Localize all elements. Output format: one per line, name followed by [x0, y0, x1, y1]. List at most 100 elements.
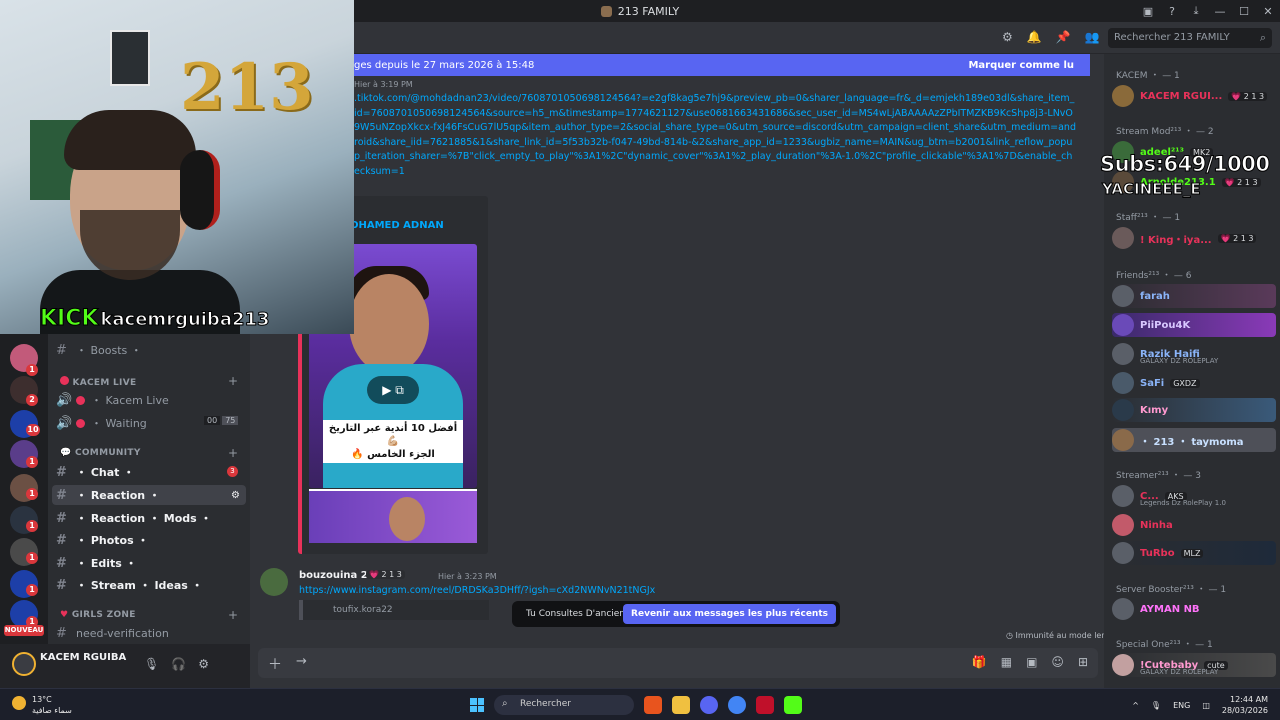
member-item[interactable]: AYMAN NB	[1112, 597, 1276, 621]
instagram-link[interactable]: https://www.instagram.com/reel/DRDSKa3DH…	[299, 585, 655, 596]
header-toolbar: ⚙ 🔔 📌 👥	[1002, 30, 1100, 44]
gear-icon[interactable]: ⚙	[198, 657, 209, 671]
hash-icon: #	[56, 487, 67, 503]
video-person-face	[349, 274, 429, 374]
pin-icon[interactable]: 📌	[1056, 30, 1071, 44]
channel-boosts[interactable]: # ・ Boosts ・	[56, 342, 142, 358]
hash-icon: #	[56, 555, 67, 571]
video-caption-line1: أفضل 10 أندية عبر التاريخ 💪🏼	[328, 423, 458, 447]
microphone-icon[interactable]: 🎙	[1151, 701, 1161, 710]
member-item[interactable]: ・ 213 ・ taymoma	[1112, 428, 1276, 452]
member-item[interactable]: C... AKS Legends Dz RolePlay 1.0	[1112, 484, 1276, 508]
channel-photos[interactable]: # ・ Photos ・	[56, 532, 148, 548]
speaker-icon: 🔊	[56, 392, 73, 408]
embed-author[interactable]: OHAMED ADNAN	[350, 220, 444, 231]
apps-icon[interactable]: ⊞	[1078, 655, 1088, 669]
gift-icon[interactable]: 🎁	[972, 655, 987, 669]
member-list: KACEM ・ — 1 KACEM RGUI... 💗 2 1 3 Stream …	[1104, 54, 1280, 688]
windows-start-icon[interactable]	[470, 698, 484, 712]
add-channel-icon[interactable]: +	[228, 608, 238, 622]
member-item[interactable]: farah	[1112, 284, 1276, 308]
gif-icon[interactable]: ▦	[1001, 655, 1012, 669]
member-item[interactable]: !Cutebaby cute GALAXY DZ ROLEPLAY	[1112, 653, 1276, 677]
unread-badge: 1	[26, 584, 38, 596]
discord-icon[interactable]	[700, 696, 718, 714]
weather-desc: سماء صافية	[32, 706, 72, 715]
brave-icon[interactable]	[644, 696, 662, 714]
weather-widget[interactable]: 13°C سماء صافية	[12, 694, 72, 716]
avatar	[1112, 372, 1134, 394]
channel-chat[interactable]: # ・ Chat ・	[56, 464, 134, 480]
user-name[interactable]: KACEM RGUIBA	[40, 652, 126, 663]
play-icon[interactable]: ▶ ⧉	[367, 376, 419, 404]
channel-reaction-mods[interactable]: # ・ Reaction ・ Mods ・	[56, 510, 212, 526]
member-item[interactable]: Ninha	[1112, 513, 1276, 537]
clock[interactable]: 12:44 AM 28/03/2026	[1222, 694, 1268, 716]
forward-icon[interactable]: →	[296, 654, 307, 669]
avatar[interactable]	[260, 568, 288, 596]
streamer	[40, 110, 240, 334]
adobe-icon[interactable]	[756, 696, 774, 714]
members-icon[interactable]: 👥	[1085, 30, 1100, 44]
role-header: Friends²¹³ ・ — 6	[1116, 271, 1192, 281]
tiktok-link[interactable]: .tiktok.com/@mohdadnan23/video/760870105…	[354, 92, 1076, 180]
emoji-icon[interactable]: ☺	[1051, 655, 1064, 669]
avatar[interactable]	[12, 652, 36, 676]
channel-waiting[interactable]: 🔊 ・ Waiting	[56, 415, 147, 431]
avatar	[1112, 285, 1134, 307]
minimize-button[interactable]: —	[1208, 5, 1232, 18]
channel-kacem-live[interactable]: 🔊 ・ Kacem Live	[56, 392, 169, 408]
voice-count: 00	[204, 416, 221, 425]
channel-stream-ideas[interactable]: # ・ Stream ・ Ideas ・	[56, 577, 203, 593]
headphones-icon[interactable]: 🎧	[171, 657, 186, 671]
category-label: GIRLS ZONE	[71, 610, 136, 620]
channel-need-verification[interactable]: # need-verification	[56, 626, 169, 641]
download-icon[interactable]: ⤓	[1184, 4, 1208, 18]
channel-label: ・ Boosts ・	[76, 344, 142, 357]
settings-icon[interactable]: ⚙	[231, 490, 240, 501]
member-item[interactable]: Razik Haifi GALAXY DZ ROLEPLAY	[1112, 342, 1276, 366]
sticker-icon[interactable]: ▣	[1026, 655, 1037, 669]
member-item[interactable]: ! King・iya... 💗 2 1 3	[1112, 226, 1276, 250]
attach-icon[interactable]: ＋	[268, 654, 282, 674]
category-girls-zone[interactable]: ♥ GIRLS ZONE	[60, 610, 136, 620]
channel-edits[interactable]: # ・ Edits ・	[56, 555, 137, 571]
guild-tag: GXDZ	[1170, 378, 1200, 388]
taskbar-search[interactable]: ⌕ Rechercher	[494, 695, 634, 715]
new-messages-bar[interactable]: ges depuis le 27 mars 2026 à 15:48 Marqu…	[354, 54, 1090, 76]
member-name: AYMAN NB	[1140, 603, 1200, 615]
close-button[interactable]: ✕	[1256, 5, 1280, 18]
member-item[interactable]: SaFi GXDZ	[1112, 371, 1276, 395]
add-channel-icon[interactable]: +	[228, 446, 238, 460]
bell-icon[interactable]: 🔔	[1027, 30, 1042, 44]
mark-read-button[interactable]: Marquer comme lu	[968, 60, 1074, 71]
jump-to-present-button[interactable]: Revenir aux messages les plus récents	[623, 604, 836, 624]
network-icon[interactable]: ◫	[1202, 701, 1210, 710]
language-indicator[interactable]: ENG	[1173, 701, 1190, 710]
inbox-icon[interactable]: ▣	[1136, 5, 1160, 18]
kick-app-icon[interactable]	[784, 696, 802, 714]
avatar	[1112, 343, 1134, 365]
help-icon[interactable]: ?	[1160, 5, 1184, 18]
channel-reaction[interactable]: # ・ Reaction ・ ⚙	[52, 485, 246, 505]
chrome-icon[interactable]	[728, 696, 746, 714]
microphone-icon[interactable]: 🎙	[144, 657, 159, 671]
file-explorer-icon[interactable]	[672, 696, 690, 714]
add-channel-icon[interactable]: +	[228, 374, 238, 388]
search-input[interactable]: Rechercher 213 FAMILY ⌕	[1108, 28, 1272, 48]
embed-video-secondary[interactable]	[309, 489, 477, 543]
maximize-button[interactable]: ☐	[1232, 5, 1256, 18]
category-kacem-live[interactable]: KACEM LIVE	[60, 376, 136, 388]
user-panel: KACEM RGUIBA 🎙 🎧 ⚙	[0, 644, 250, 688]
member-activity: Legends Dz RolePlay 1.0	[1140, 499, 1226, 507]
member-item[interactable]: TuRbo MLZ	[1112, 541, 1276, 565]
threads-icon[interactable]: ⚙	[1002, 30, 1013, 44]
category-community[interactable]: 💬 COMMUNITY	[60, 448, 141, 458]
member-item[interactable]: PiiPou4K	[1112, 313, 1276, 337]
heart-icon: ♥	[60, 610, 69, 620]
member-item[interactable]: KACEM RGUI... 💗 2 1 3	[1112, 84, 1276, 108]
message-composer[interactable]: ＋ → 🎁 ▦ ▣ ☺ ⊞	[258, 648, 1098, 678]
avatar	[1112, 485, 1134, 507]
chevron-up-icon[interactable]: ^	[1132, 701, 1139, 710]
member-item[interactable]: Kımy	[1112, 398, 1276, 422]
